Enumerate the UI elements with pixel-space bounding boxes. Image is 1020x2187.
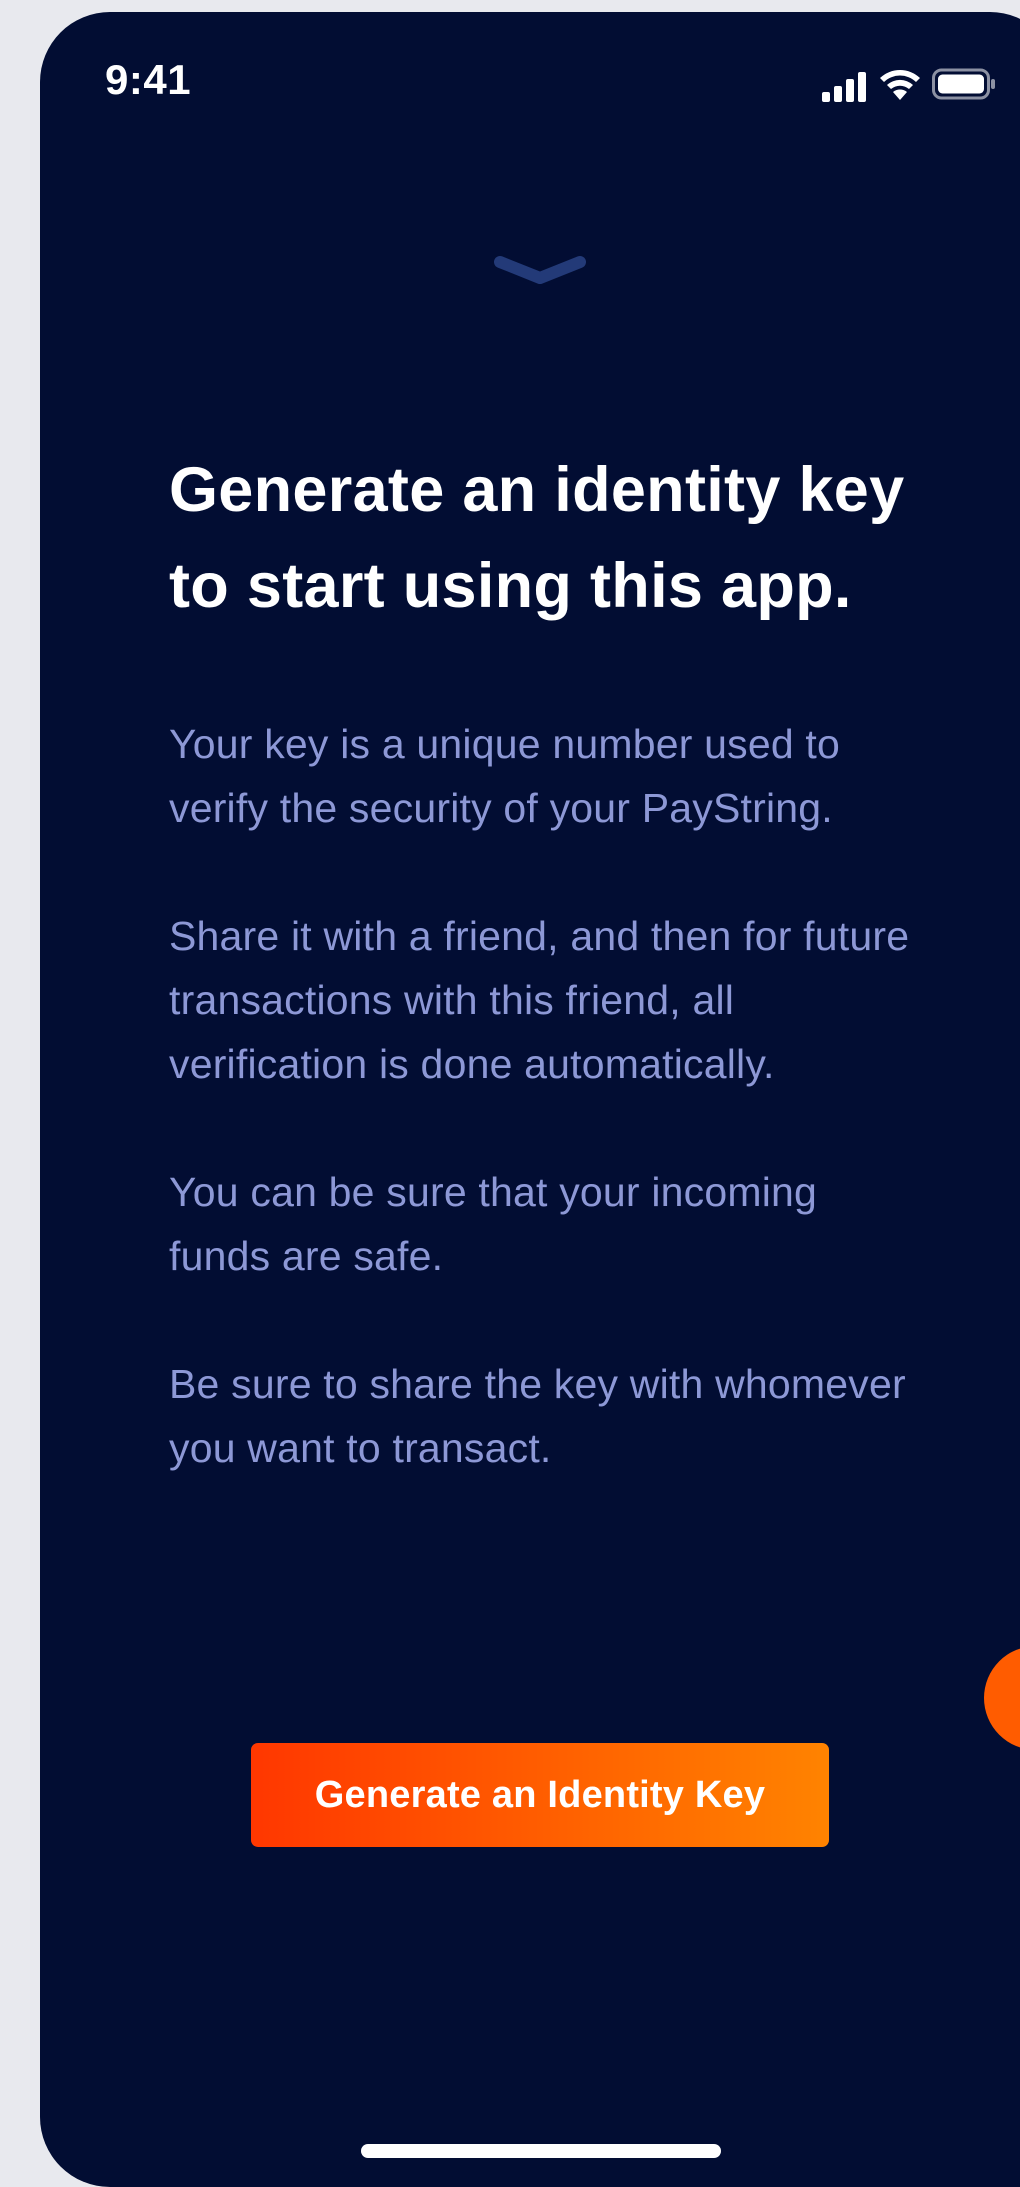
- generate-identity-key-button[interactable]: Generate an Identity Key: [251, 1743, 829, 1847]
- wifi-icon: [880, 70, 920, 100]
- description-paragraph: You can be sure that your incoming funds…: [169, 1169, 818, 1279]
- description-paragraph: Your key is a unique number used to veri…: [169, 721, 841, 831]
- phone-screen: 9:41 Generate an identity key to start u…: [40, 12, 1020, 2187]
- battery-icon: [932, 68, 995, 100]
- status-time: 9:41: [105, 56, 192, 103]
- side-indicator-dot: [984, 1646, 1020, 1750]
- description-paragraph: Share it with a friend, and then for fut…: [169, 913, 910, 1087]
- signal-icon: [822, 72, 866, 102]
- home-indicator[interactable]: [361, 2144, 721, 2158]
- page-title: Generate an identity key to start using …: [169, 455, 905, 621]
- chevron-down-icon[interactable]: [492, 252, 588, 292]
- onboarding-content: Generate an identity key to start using …: [169, 442, 929, 1544]
- description-paragraph: Be sure to share the key with whomever y…: [169, 1361, 906, 1471]
- status-bar: 9:41: [40, 12, 1020, 152]
